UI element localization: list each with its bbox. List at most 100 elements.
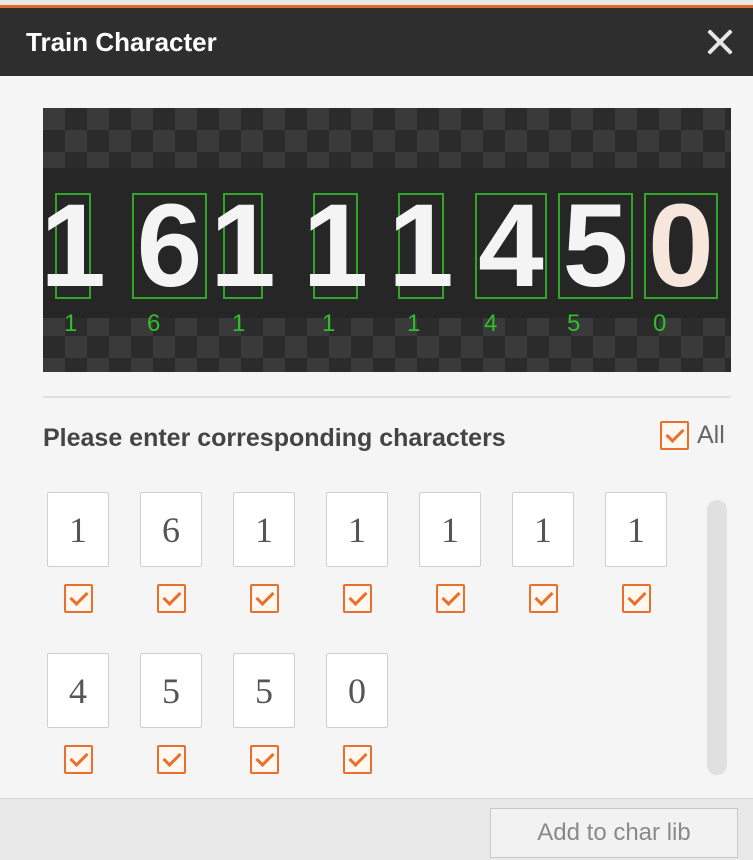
checker-tile bbox=[175, 358, 197, 372]
checker-tile bbox=[65, 130, 87, 152]
character-preview-image: 1166111111445500 bbox=[43, 108, 731, 372]
char-input-9[interactable]: 5 bbox=[140, 653, 202, 728]
recognized-glyph: 5 bbox=[563, 180, 629, 312]
checker-tile bbox=[417, 336, 439, 358]
checker-tile bbox=[109, 130, 131, 152]
checker-tile bbox=[87, 358, 109, 372]
char-input-10[interactable]: 5 bbox=[233, 653, 295, 728]
checker-tile bbox=[483, 108, 505, 130]
checker-tile bbox=[615, 358, 637, 372]
checker-tile bbox=[549, 130, 571, 152]
checker-tile bbox=[329, 130, 351, 152]
checker-tile bbox=[131, 108, 153, 130]
checker-tile bbox=[285, 336, 307, 358]
checker-tile bbox=[483, 358, 505, 372]
char-checkbox-1[interactable] bbox=[64, 584, 93, 613]
checker-tile bbox=[241, 130, 263, 152]
recognized-glyph: 1 bbox=[388, 180, 454, 312]
char-checkbox-6[interactable] bbox=[529, 584, 558, 613]
recognized-glyph: 1 bbox=[303, 180, 369, 312]
checker-tile bbox=[659, 108, 681, 130]
checker-tile bbox=[637, 130, 659, 152]
recognized-glyph: 1 bbox=[43, 180, 106, 312]
checker-tile bbox=[241, 336, 263, 358]
checker-tile bbox=[395, 358, 417, 372]
checker-tile bbox=[725, 336, 731, 358]
checker-tile bbox=[593, 130, 615, 152]
checker-tile bbox=[219, 108, 241, 130]
recognized-label: 6 bbox=[147, 310, 160, 337]
checker-tile bbox=[571, 358, 593, 372]
char-input-2[interactable]: 6 bbox=[140, 492, 202, 567]
char-checkbox-11[interactable] bbox=[343, 745, 372, 774]
checker-tile bbox=[571, 108, 593, 130]
char-input-1[interactable]: 1 bbox=[47, 492, 109, 567]
recognized-glyph: 1 bbox=[210, 180, 276, 312]
recognized-label: 4 bbox=[484, 310, 497, 337]
checker-tile bbox=[87, 108, 109, 130]
recognized-label: 1 bbox=[232, 310, 245, 337]
checker-tile bbox=[703, 358, 725, 372]
checker-tile bbox=[505, 130, 527, 152]
preview-canvas: 1166111111445500 bbox=[43, 108, 731, 372]
checker-tile bbox=[109, 336, 131, 358]
char-input-11[interactable]: 0 bbox=[326, 653, 388, 728]
checker-tile bbox=[175, 108, 197, 130]
char-input-6[interactable]: 1 bbox=[512, 492, 574, 567]
train-character-dialog: Train Character 1166111111445500 Please … bbox=[0, 0, 753, 860]
checker-tile bbox=[351, 358, 373, 372]
checker-tile bbox=[43, 108, 65, 130]
prompt-label: Please enter corresponding characters bbox=[43, 424, 506, 452]
dialog-title: Train Character bbox=[26, 26, 217, 57]
checker-tile bbox=[43, 358, 65, 372]
checker-tile bbox=[153, 336, 175, 358]
char-input-4[interactable]: 1 bbox=[326, 492, 388, 567]
checker-tile bbox=[461, 130, 483, 152]
checker-tile bbox=[153, 130, 175, 152]
recognized-label: 0 bbox=[653, 310, 666, 337]
checker-tile bbox=[417, 130, 439, 152]
checker-tile bbox=[703, 108, 725, 130]
checker-tile bbox=[681, 336, 703, 358]
select-all-label: All bbox=[697, 421, 725, 449]
vertical-scrollbar[interactable] bbox=[707, 500, 727, 775]
checker-tile bbox=[725, 130, 731, 152]
recognized-label: 5 bbox=[567, 310, 580, 337]
char-checkbox-4[interactable] bbox=[343, 584, 372, 613]
char-checkbox-8[interactable] bbox=[64, 745, 93, 774]
checker-tile bbox=[131, 358, 153, 372]
char-checkbox-7[interactable] bbox=[622, 584, 651, 613]
checker-tile bbox=[263, 358, 285, 372]
checker-tile bbox=[439, 358, 461, 372]
select-all-toggle[interactable]: All bbox=[660, 421, 725, 450]
checker-tile bbox=[527, 358, 549, 372]
checker-tile bbox=[263, 108, 285, 130]
checker-tile bbox=[527, 108, 549, 130]
checker-tile bbox=[65, 336, 87, 358]
char-checkbox-9[interactable] bbox=[157, 745, 186, 774]
char-checkbox-3[interactable] bbox=[250, 584, 279, 613]
char-input-7[interactable]: 1 bbox=[605, 492, 667, 567]
char-input-3[interactable]: 1 bbox=[233, 492, 295, 567]
checker-tile bbox=[307, 358, 329, 372]
add-to-char-lib-button[interactable]: Add to char lib bbox=[490, 808, 738, 858]
checker-tile bbox=[351, 108, 373, 130]
char-input-8[interactable]: 4 bbox=[47, 653, 109, 728]
select-all-checkbox[interactable] bbox=[660, 421, 689, 450]
separator bbox=[43, 396, 731, 398]
recognized-glyph: 4 bbox=[478, 180, 544, 312]
checker-tile bbox=[615, 108, 637, 130]
checker-tile bbox=[197, 130, 219, 152]
char-checkbox-5[interactable] bbox=[436, 584, 465, 613]
close-icon[interactable] bbox=[705, 27, 735, 57]
checker-tile bbox=[505, 336, 527, 358]
checker-tile bbox=[681, 130, 703, 152]
checker-tile bbox=[373, 130, 395, 152]
checker-tile bbox=[593, 336, 615, 358]
char-checkbox-10[interactable] bbox=[250, 745, 279, 774]
char-checkbox-2[interactable] bbox=[157, 584, 186, 613]
checker-tile bbox=[637, 336, 659, 358]
recognized-glyph: 6 bbox=[137, 180, 203, 312]
checker-tile bbox=[219, 358, 241, 372]
char-input-5[interactable]: 1 bbox=[419, 492, 481, 567]
